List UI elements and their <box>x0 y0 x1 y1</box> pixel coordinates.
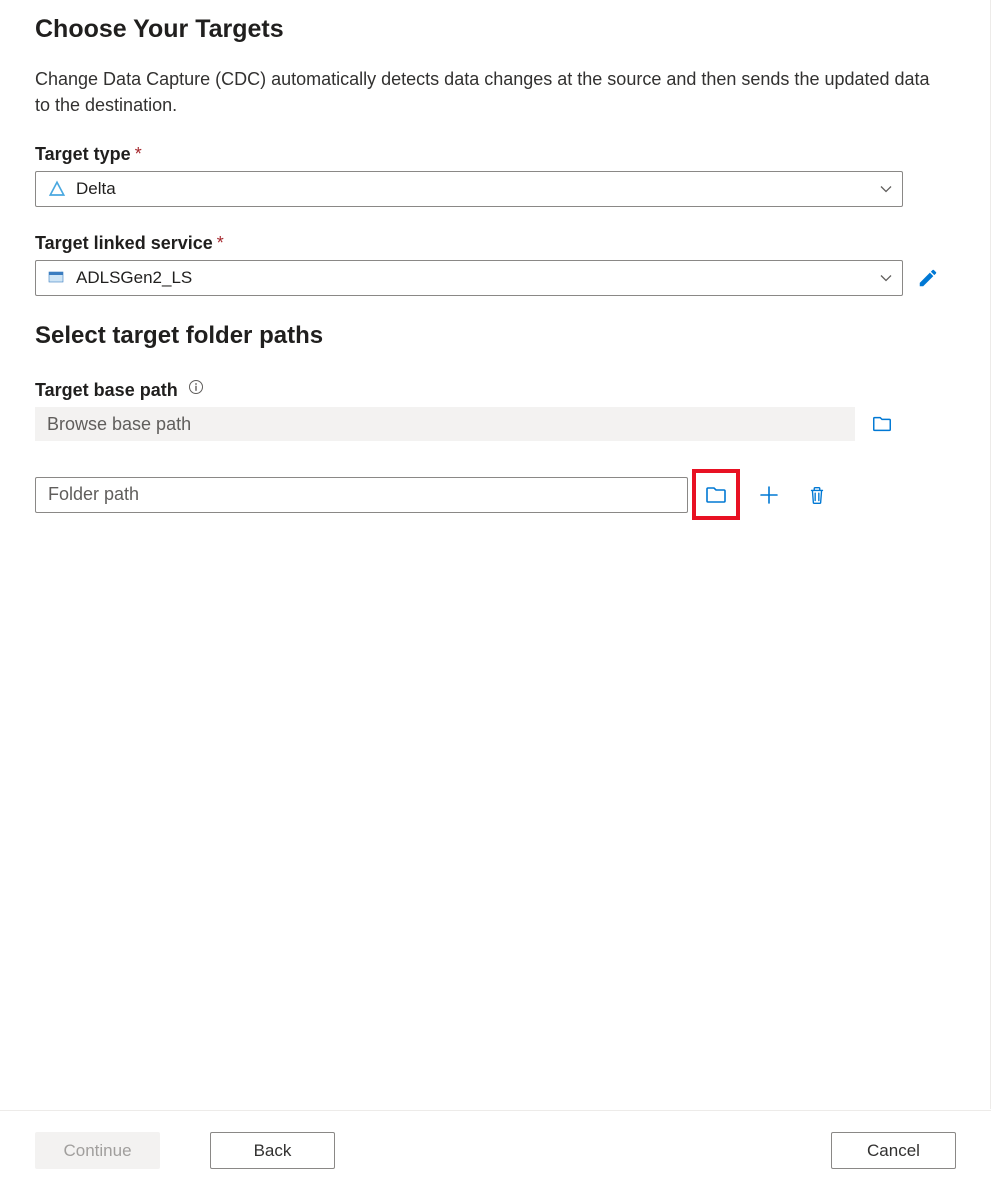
chevron-down-icon <box>880 182 894 196</box>
target-type-dropdown[interactable]: Delta <box>35 171 903 207</box>
target-base-path-label: Target base path <box>35 380 178 401</box>
target-base-path-input[interactable]: Browse base path <box>35 407 855 441</box>
cancel-button[interactable]: Cancel <box>831 1132 956 1169</box>
info-icon[interactable] <box>188 379 204 395</box>
target-linked-service-label: Target linked service* <box>35 233 955 254</box>
browse-base-path-button[interactable] <box>869 413 895 435</box>
trash-icon <box>806 484 828 506</box>
select-target-folder-paths-heading: Select target folder paths <box>35 322 955 350</box>
target-linked-service-dropdown[interactable]: ADLSGen2_LS <box>35 260 903 296</box>
continue-button: Continue <box>35 1132 160 1169</box>
target-type-label-text: Target type <box>35 144 131 164</box>
target-linked-service-value: ADLSGen2_LS <box>76 268 880 288</box>
required-asterisk: * <box>135 144 142 164</box>
add-folder-path-button[interactable] <box>756 482 782 508</box>
storage-icon <box>48 269 66 287</box>
target-type-value: Delta <box>76 179 880 199</box>
page-title: Choose Your Targets <box>35 15 955 44</box>
browse-folder-path-button[interactable] <box>692 469 740 520</box>
page-subtitle: Change Data Capture (CDC) automatically … <box>35 66 935 118</box>
target-linked-service-label-text: Target linked service <box>35 233 213 253</box>
plus-icon <box>757 483 781 507</box>
chevron-down-icon <box>880 271 894 285</box>
folder-icon <box>702 483 730 507</box>
back-button[interactable]: Back <box>210 1132 335 1169</box>
delete-folder-path-button[interactable] <box>804 482 830 508</box>
required-asterisk: * <box>217 233 224 253</box>
folder-path-input[interactable]: Folder path <box>35 477 688 513</box>
delta-icon <box>48 180 66 198</box>
target-type-label: Target type* <box>35 144 955 165</box>
edit-linked-service-button[interactable] <box>917 267 939 289</box>
footer-bar: Continue Back Cancel <box>0 1110 991 1190</box>
